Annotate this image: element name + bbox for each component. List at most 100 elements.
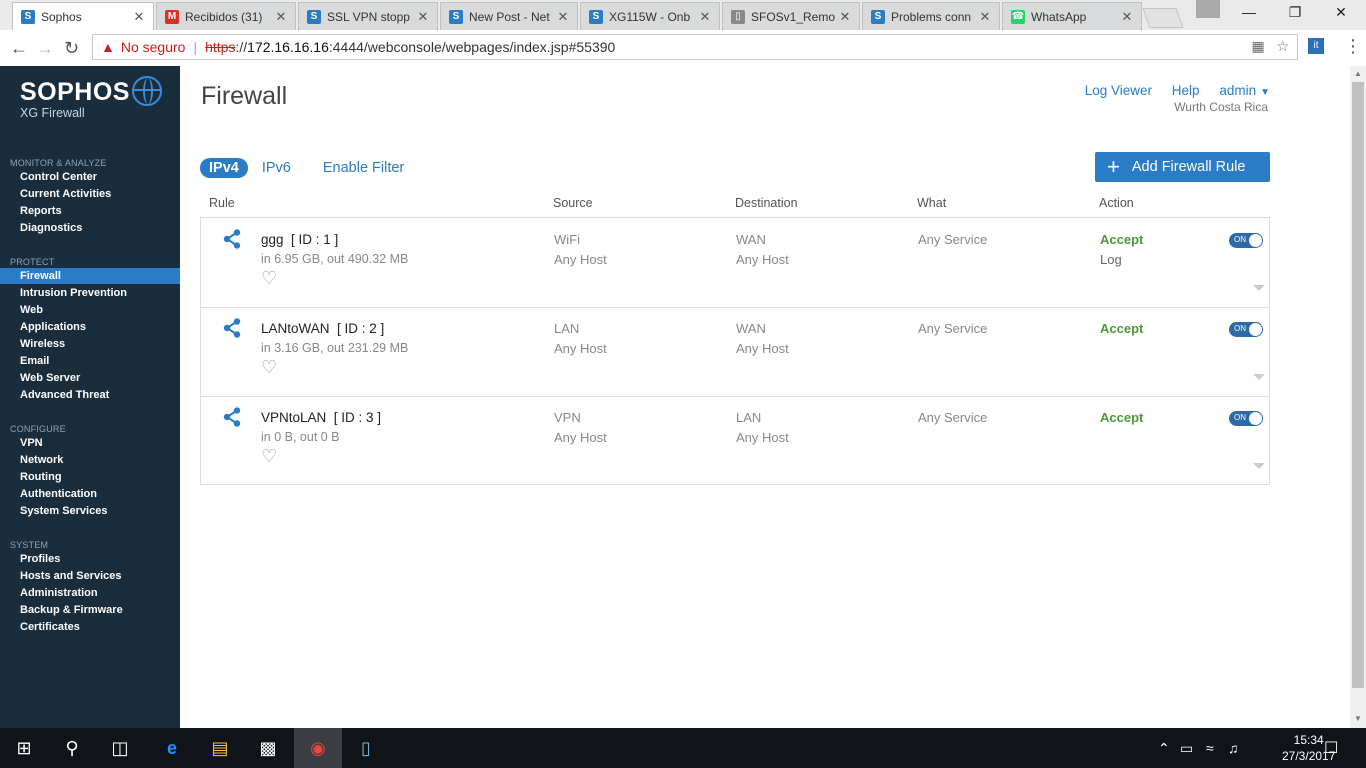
toggle-label: ON bbox=[1234, 324, 1246, 333]
notifications-icon[interactable]: ☐ bbox=[1324, 738, 1338, 758]
table-row[interactable]: ggg [ ID : 1 ] in 6.95 GB, out 490.32 MB… bbox=[201, 218, 1269, 308]
rule-name[interactable]: LANtoWAN [ ID : 2 ] bbox=[261, 321, 384, 336]
battery-icon[interactable]: ▭ bbox=[1180, 740, 1193, 757]
sidebar-item-network[interactable]: Network bbox=[0, 452, 180, 468]
profile-icon[interactable] bbox=[1196, 0, 1220, 18]
browser-tab[interactable]: S SSL VPN stopp ✕ bbox=[298, 2, 438, 30]
search-icon[interactable]: ⚲ bbox=[48, 728, 96, 768]
sidebar-item-current-activities[interactable]: Current Activities bbox=[0, 186, 180, 202]
browser-tab[interactable]: S New Post - Net ✕ bbox=[440, 2, 578, 30]
browser-tab[interactable]: S Problems conn ✕ bbox=[862, 2, 1000, 30]
log-viewer-link[interactable]: Log Viewer bbox=[1085, 83, 1152, 98]
heart-icon[interactable]: ♡ bbox=[261, 268, 277, 289]
minimize-icon[interactable]: — bbox=[1234, 4, 1264, 20]
browser-tab[interactable]: ▯ SFOSv1_Remot ✕ bbox=[722, 2, 860, 30]
app-icon[interactable]: ▯ bbox=[342, 728, 390, 768]
rule-toggle[interactable]: ON bbox=[1229, 411, 1263, 426]
show-hidden-icons-icon[interactable]: ⌃ bbox=[1158, 740, 1170, 757]
sidebar-item-reports[interactable]: Reports bbox=[0, 203, 180, 219]
share-rule-icon[interactable] bbox=[223, 318, 241, 338]
browser-tab-title: SFOSv1_Remot bbox=[751, 9, 835, 24]
sidebar-section-title: SYSTEM bbox=[10, 540, 49, 550]
rule-toggle[interactable]: ON bbox=[1229, 233, 1263, 248]
sidebar-item-certificates[interactable]: Certificates bbox=[0, 619, 180, 635]
browser-tab[interactable]: S XG115W - Onb ✕ bbox=[580, 2, 720, 30]
sidebar-item-hosts-and-services[interactable]: Hosts and Services bbox=[0, 568, 180, 584]
windows-start-icon[interactable]: ⊞ bbox=[0, 728, 48, 768]
scrollbar-thumb[interactable] bbox=[1352, 82, 1364, 688]
help-link[interactable]: Help bbox=[1172, 83, 1200, 98]
close-tab-icon[interactable]: ✕ bbox=[275, 9, 287, 25]
sidebar-item-vpn[interactable]: VPN bbox=[0, 435, 180, 451]
sidebar-item-intrusion-prevention[interactable]: Intrusion Prevention bbox=[0, 285, 180, 301]
file-explorer-icon[interactable]: ▤ bbox=[196, 728, 244, 768]
sidebar-item-web[interactable]: Web bbox=[0, 302, 180, 318]
extension-icon[interactable]: it bbox=[1308, 38, 1324, 54]
scroll-up-icon[interactable]: ▲ bbox=[1354, 69, 1362, 78]
browser-tab-title: Problems conn bbox=[891, 9, 972, 24]
user-menu[interactable]: admin ▼ bbox=[1219, 83, 1270, 98]
back-icon[interactable]: ← bbox=[10, 38, 28, 59]
forward-icon[interactable]: → bbox=[36, 38, 54, 59]
sidebar-item-control-center[interactable]: Control Center bbox=[0, 169, 180, 185]
sidebar-item-applications[interactable]: Applications bbox=[0, 319, 180, 335]
sidebar-item-wireless[interactable]: Wireless bbox=[0, 336, 180, 352]
close-tab-icon[interactable]: ✕ bbox=[699, 9, 711, 25]
wifi-icon[interactable]: ≈ bbox=[1206, 740, 1214, 756]
sidebar-item-routing[interactable]: Routing bbox=[0, 469, 180, 485]
expand-row-icon[interactable] bbox=[1253, 463, 1265, 469]
sidebar-item-web-server[interactable]: Web Server bbox=[0, 370, 180, 386]
restore-icon[interactable]: ❐ bbox=[1280, 4, 1310, 21]
what-service: Any Service bbox=[918, 321, 988, 336]
sidebar-item-authentication[interactable]: Authentication bbox=[0, 486, 180, 502]
close-tab-icon[interactable]: ✕ bbox=[133, 9, 145, 25]
new-tab-button[interactable] bbox=[1142, 8, 1184, 28]
chrome-icon[interactable]: ◉ bbox=[294, 728, 342, 768]
browser-menu-icon[interactable]: ⋮ bbox=[1344, 36, 1362, 57]
close-tab-icon[interactable]: ✕ bbox=[557, 9, 569, 25]
store-icon[interactable]: ▩ bbox=[244, 728, 292, 768]
enable-filter-link[interactable]: Enable Filter bbox=[323, 160, 404, 176]
sidebar-item-email[interactable]: Email bbox=[0, 353, 180, 369]
expand-row-icon[interactable] bbox=[1253, 285, 1265, 291]
browser-tab[interactable]: ☎ WhatsApp ✕ bbox=[1002, 2, 1142, 30]
heart-icon[interactable]: ♡ bbox=[261, 446, 277, 467]
share-rule-icon[interactable] bbox=[223, 407, 241, 427]
share-rule-icon[interactable] bbox=[223, 229, 241, 249]
table-row[interactable]: LANtoWAN [ ID : 2 ] in 3.16 GB, out 231.… bbox=[201, 307, 1269, 397]
sidebar-item-system-services[interactable]: System Services bbox=[0, 503, 180, 519]
translate-and-star-icons[interactable]: ▦ ☆ bbox=[1252, 38, 1289, 55]
close-tab-icon[interactable]: ✕ bbox=[1121, 9, 1133, 25]
sidebar-item-advanced-threat[interactable]: Advanced Threat bbox=[0, 387, 180, 403]
volume-muted-icon[interactable]: ♫ bbox=[1228, 740, 1239, 756]
close-tab-icon[interactable]: ✕ bbox=[417, 9, 429, 25]
tab-ipv6[interactable]: IPv6 bbox=[262, 160, 291, 176]
sidebar-item-profiles[interactable]: Profiles bbox=[0, 551, 180, 567]
heart-icon[interactable]: ♡ bbox=[261, 357, 277, 378]
main-content: Firewall Log Viewer Help admin ▼ Wurth Co… bbox=[180, 66, 1350, 728]
edge-browser-icon[interactable]: e bbox=[148, 728, 196, 768]
sidebar-item-backup-firmware[interactable]: Backup & Firmware bbox=[0, 602, 180, 618]
rule-name[interactable]: ggg [ ID : 1 ] bbox=[261, 232, 338, 247]
close-window-icon[interactable]: ✕ bbox=[1326, 4, 1356, 21]
scroll-down-icon[interactable]: ▼ bbox=[1354, 714, 1362, 723]
browser-tab[interactable]: M Recibidos (31) ✕ bbox=[156, 2, 296, 30]
table-row[interactable]: VPNtoLAN [ ID : 3 ] in 0 B, out 0 B ♡ VP… bbox=[201, 396, 1269, 485]
reload-icon[interactable]: ↻ bbox=[64, 38, 79, 59]
add-firewall-rule-label: Add Firewall Rule bbox=[1131, 159, 1246, 175]
task-view-icon[interactable]: ◫ bbox=[96, 728, 144, 768]
tab-ipv4[interactable]: IPv4 bbox=[200, 158, 248, 178]
sidebar-item-administration[interactable]: Administration bbox=[0, 585, 180, 601]
close-tab-icon[interactable]: ✕ bbox=[839, 9, 851, 25]
sidebar-item-diagnostics[interactable]: Diagnostics bbox=[0, 220, 180, 236]
security-label[interactable]: No seguro bbox=[121, 39, 186, 55]
browser-tab[interactable]: S Sophos ✕ bbox=[12, 2, 154, 30]
url-bar[interactable]: ▲ No seguro | https://172.16.16.16:4444/… bbox=[92, 34, 1298, 60]
add-firewall-rule-button[interactable]: + Add Firewall Rule bbox=[1095, 152, 1270, 182]
rule-name[interactable]: VPNtoLAN [ ID : 3 ] bbox=[261, 410, 381, 425]
rule-toggle[interactable]: ON bbox=[1229, 322, 1263, 337]
page-scrollbar[interactable]: ▲ ▼ bbox=[1350, 66, 1366, 728]
sidebar-item-firewall[interactable]: Firewall bbox=[0, 268, 180, 284]
expand-row-icon[interactable] bbox=[1253, 374, 1265, 380]
close-tab-icon[interactable]: ✕ bbox=[979, 9, 991, 25]
